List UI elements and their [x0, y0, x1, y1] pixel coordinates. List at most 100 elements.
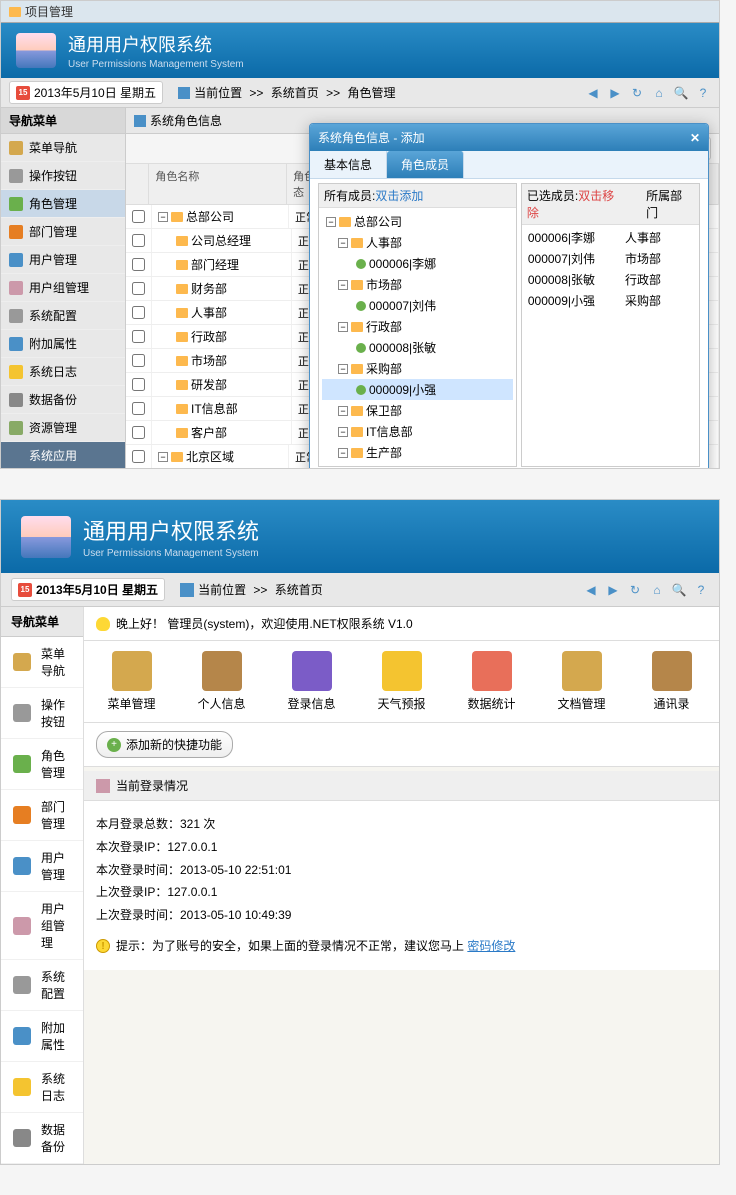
row-checkbox[interactable] [132, 306, 145, 319]
tile-doc-mgmt[interactable]: 文档管理 [544, 651, 619, 712]
sidebar-item-op-btn[interactable]: 操作按钮 [1, 162, 125, 190]
tree-item[interactable]: 000009|小强 [322, 379, 513, 400]
sidebar-item-user-mgmt[interactable]: 用户管理 [1, 246, 125, 274]
tree-toggle-icon[interactable]: − [158, 452, 168, 462]
tree-toggle-icon[interactable]: − [338, 406, 348, 416]
sidebar-item-sys-app[interactable]: 系统应用 [1, 442, 125, 469]
add-quick-button[interactable]: + 添加新的快捷功能 [96, 731, 233, 758]
help-icon[interactable]: ? [695, 85, 711, 101]
tree-toggle-icon[interactable]: − [326, 217, 336, 227]
tree-item[interactable]: 000006|李娜 [322, 253, 513, 274]
tile-contacts[interactable]: 通讯录 [634, 651, 709, 712]
screenshot-top: 项目管理 通用用户权限系统 User Permissions Managemen… [0, 0, 720, 469]
tile-weather[interactable]: 天气预报 [364, 651, 439, 712]
back-icon[interactable]: ◀ [583, 582, 599, 598]
tree-item[interactable]: −市场部 [322, 274, 513, 295]
row-checkbox[interactable] [132, 426, 145, 439]
sidebar-item-role-mgmt[interactable]: 角色管理 [1, 739, 83, 790]
row-checkbox[interactable] [132, 234, 145, 247]
sel-label: 已选成员: [527, 189, 578, 203]
folder-icon [176, 284, 188, 294]
tile-data-stats[interactable]: 数据统计 [454, 651, 529, 712]
loc-p1[interactable]: 系统首页 [271, 84, 319, 101]
tree-toggle-icon[interactable]: − [158, 212, 168, 222]
login-head: 当前登录情况 [84, 771, 719, 801]
selected-row[interactable]: 000009|小强采购部 [524, 290, 697, 311]
row-checkbox[interactable] [132, 402, 145, 415]
tab-basic[interactable]: 基本信息 [310, 151, 387, 178]
tree-item[interactable]: −IT信息部 [322, 421, 513, 442]
sidebar-item-res-mgmt[interactable]: 资源管理 [1, 414, 125, 442]
tree-toggle-icon[interactable]: − [338, 427, 348, 437]
sidebar-item-dept-mgmt[interactable]: 部门管理 [1, 790, 83, 841]
selected-row[interactable]: 000006|李娜人事部 [524, 227, 697, 248]
dialog-body: 所有成员:双击添加 −总部公司−人事部000006|李娜−市场部000007|刘… [310, 179, 708, 468]
forward-icon[interactable]: ▶ [605, 582, 621, 598]
tile-personal-info[interactable]: 个人信息 [184, 651, 259, 712]
loc-p1[interactable]: 系统首页 [275, 581, 323, 598]
refresh-icon[interactable]: ↻ [629, 85, 645, 101]
selected-row[interactable]: 000007|刘伟市场部 [524, 248, 697, 269]
sidebar-item-usergrp-mgmt[interactable]: 用户组管理 [1, 274, 125, 302]
loc-p2[interactable]: 角色管理 [347, 84, 395, 101]
sidebar-item-role-mgmt[interactable]: 角色管理 [1, 190, 125, 218]
forward-icon[interactable]: ▶ [607, 85, 623, 101]
sidebar-item-menu-nav[interactable]: 菜单导航 [1, 134, 125, 162]
tree-item[interactable]: −人事部 [322, 232, 513, 253]
sidebar-item-sys-config[interactable]: 系统配置 [1, 960, 83, 1011]
sidebar-item-usergrp-mgmt[interactable]: 用户组管理 [1, 892, 83, 960]
tab-members[interactable]: 角色成员 [387, 151, 464, 178]
row-checkbox[interactable] [132, 378, 145, 391]
sidebar-item-user-mgmt[interactable]: 用户管理 [1, 841, 83, 892]
search-icon[interactable]: 🔍 [673, 85, 689, 101]
security-tip: ! 提示：为了账号的安全，如果上面的登录情况不正常，建议您马上 密码修改 [96, 935, 707, 958]
home-icon[interactable]: ⌂ [651, 85, 667, 101]
sidebar-item-sys-log[interactable]: 系统日志 [1, 358, 125, 386]
tree-toggle-icon[interactable]: − [338, 448, 348, 458]
search-icon[interactable]: 🔍 [671, 582, 687, 598]
tree-item[interactable]: 000008|张敏 [322, 337, 513, 358]
tile-menu-mgmt[interactable]: 菜单管理 [94, 651, 169, 712]
tree-item[interactable]: −采购部 [322, 358, 513, 379]
tree-item[interactable]: −保卫部 [322, 400, 513, 421]
home-icon[interactable]: ⌂ [649, 582, 665, 598]
tree-label: 000009|小强 [369, 381, 436, 398]
sidebar-item-data-backup[interactable]: 数据备份 [1, 386, 125, 414]
tree-toggle-icon[interactable]: − [338, 322, 348, 332]
sidebar-item-sys-log[interactable]: 系统日志 [1, 1062, 83, 1113]
sidebar-item-label: 角色管理 [41, 747, 71, 781]
sidebar-item-menu-nav[interactable]: 菜单导航 [1, 637, 83, 688]
sidebar-item-sys-config[interactable]: 系统配置 [1, 302, 125, 330]
tree-toggle-icon[interactable]: − [338, 364, 348, 374]
tile-login-info[interactable]: 登录信息 [274, 651, 349, 712]
selected-row[interactable]: 000008|张敏行政部 [524, 269, 697, 290]
tree-item[interactable]: −总部公司 [322, 211, 513, 232]
refresh-icon[interactable]: ↻ [627, 582, 643, 598]
row-checkbox[interactable] [132, 282, 145, 295]
close-icon[interactable]: ✕ [690, 131, 700, 145]
panel-title-text: 系统角色信息 [150, 112, 222, 129]
date-text: 2013年5月10日 星期五 [34, 84, 156, 101]
row-checkbox[interactable] [132, 330, 145, 343]
row-checkbox[interactable] [132, 258, 145, 271]
back-icon[interactable]: ◀ [585, 85, 601, 101]
tree-toggle-icon[interactable]: − [338, 280, 348, 290]
sidebar-item-op-btn[interactable]: 操作按钮 [1, 688, 83, 739]
sidebar-item-attach-attr[interactable]: 附加属性 [1, 330, 125, 358]
sidebar-item-attach-attr[interactable]: 附加属性 [1, 1011, 83, 1062]
help-icon[interactable]: ? [693, 582, 709, 598]
row-checkbox[interactable] [132, 354, 145, 367]
col-head[interactable]: 角色名称 [149, 164, 287, 204]
role-name: 研发部 [191, 376, 227, 393]
row-checkbox[interactable] [132, 450, 145, 463]
tree-item[interactable]: −生产部 [322, 442, 513, 463]
tree-toggle-icon[interactable]: − [338, 238, 348, 248]
tree-item[interactable]: −行政部 [322, 316, 513, 337]
welcome-bar: 晚上好！ 管理员(system)，欢迎使用.NET权限系统 V1.0 [84, 607, 719, 641]
sidebar-item-data-backup[interactable]: 数据备份 [1, 1113, 83, 1164]
col-head[interactable] [126, 164, 149, 204]
tree-item[interactable]: 000007|刘伟 [322, 295, 513, 316]
row-checkbox[interactable] [132, 210, 145, 223]
change-password-link[interactable]: 密码修改 [467, 939, 515, 953]
sidebar-item-dept-mgmt[interactable]: 部门管理 [1, 218, 125, 246]
